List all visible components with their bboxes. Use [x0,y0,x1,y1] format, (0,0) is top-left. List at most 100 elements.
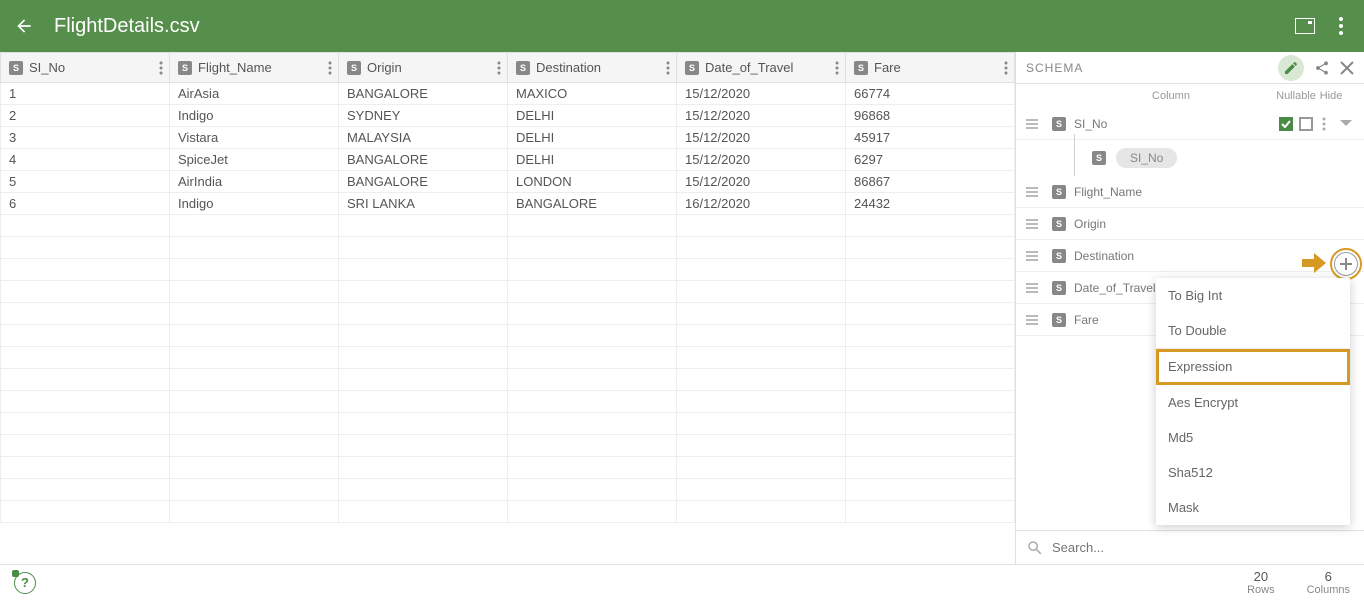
rows-stat: 20 Rows [1247,569,1275,596]
column-name: Date_of_Travel [705,60,793,75]
table-cell: SRI LANKA [339,193,508,215]
plus-icon [1340,258,1352,270]
schema-row[interactable]: SSI_No [1016,108,1364,140]
column-header[interactable]: SFare [846,53,1015,83]
column-more-button[interactable] [666,61,670,75]
column-name: Fare [874,60,901,75]
column-more-button[interactable] [159,61,163,75]
row-more-button[interactable] [1322,117,1336,131]
table-cell: Indigo [170,105,339,127]
tree-line-icon [1074,134,1075,176]
column-chip[interactable]: SI_No [1116,148,1177,168]
table-cell: 6297 [846,149,1015,171]
schema-column-name: Flight_Name [1074,185,1354,199]
chevron-down-icon[interactable] [1340,120,1354,128]
table-row-empty [1,325,1015,347]
type-badge-icon: S [685,61,699,75]
table-cell: 1 [1,83,170,105]
column-header[interactable]: SOrigin [339,53,508,83]
edit-icon [1283,60,1299,76]
hide-checkbox[interactable] [1296,116,1316,132]
table-cell: BANGALORE [339,171,508,193]
schema-title: SCHEMA [1026,61,1268,75]
more-menu-button[interactable] [1330,15,1352,37]
column-header[interactable]: SFlight_Name [170,53,339,83]
type-badge-icon: S [178,61,192,75]
column-more-button[interactable] [1004,61,1008,75]
schema-panel: SCHEMA Column Nullable Hide SSI_NoSSI_No… [1016,52,1364,564]
data-table-area: SSI_NoSFlight_NameSOriginSDestinationSDa… [0,52,1016,564]
nullable-checkbox[interactable] [1276,116,1296,132]
drag-handle-icon[interactable] [1026,251,1044,261]
schema-row[interactable]: S Destination [1016,240,1364,272]
column-name: Origin [367,60,402,75]
back-button[interactable] [12,14,36,38]
drag-handle-icon[interactable] [1026,187,1044,197]
column-header[interactable]: SSI_No [1,53,170,83]
table-cell: SpiceJet [170,149,339,171]
table-row[interactable]: 5AirIndiaBANGALORELONDON15/12/202086867 [1,171,1015,193]
add-transformation-button[interactable] [1334,252,1358,276]
panel-icon [1295,18,1315,34]
dropdown-item[interactable]: Expression [1156,349,1350,385]
arrow-left-icon [14,16,34,36]
table-cell: BANGALORE [508,193,677,215]
table-row-empty [1,347,1015,369]
drag-handle-icon[interactable] [1026,119,1044,129]
table-cell: 24432 [846,193,1015,215]
dropdown-item[interactable]: Aes Encrypt [1156,385,1350,420]
dropdown-item[interactable]: To Double [1156,313,1350,349]
table-row-empty [1,457,1015,479]
table-row[interactable]: 4SpiceJetBANGALOREDELHI15/12/20206297 [1,149,1015,171]
column-more-button[interactable] [497,61,501,75]
schema-share-button[interactable] [1314,60,1330,76]
panel-toggle-button[interactable] [1294,15,1316,37]
dropdown-item[interactable]: Mask [1156,490,1350,525]
table-row-empty [1,479,1015,501]
table-row-empty [1,501,1015,523]
table-row[interactable]: 6IndigoSRI LANKABANGALORE16/12/202024432 [1,193,1015,215]
column-name: Destination [536,60,601,75]
schema-search-input[interactable] [1052,540,1354,555]
dropdown-item[interactable]: Sha512 [1156,455,1350,490]
schema-edit-button[interactable] [1278,55,1304,81]
schema-nullable-header: Nullable [1276,90,1316,102]
table-cell: 66774 [846,83,1015,105]
table-cell: LONDON [508,171,677,193]
drag-handle-icon[interactable] [1026,315,1044,325]
drag-handle-icon[interactable] [1026,219,1044,229]
table-row-empty [1,391,1015,413]
table-row-empty [1,259,1015,281]
table-cell: 2 [1,105,170,127]
column-header[interactable]: S Destination [508,53,677,83]
schema-row[interactable]: SFlight_Name [1016,176,1364,208]
dropdown-item[interactable]: To Big Int [1156,278,1350,313]
table-cell: 15/12/2020 [677,171,846,193]
table-cell: 15/12/2020 [677,127,846,149]
table-row[interactable]: 3VistaraMALAYSIADELHI15/12/202045917 [1,127,1015,149]
table-cell: DELHI [508,127,677,149]
type-badge-icon: S [516,61,530,75]
share-icon [1314,60,1330,76]
schema-column-name: Destination [1074,249,1354,263]
column-header[interactable]: S Date_of_Travel [677,53,846,83]
column-more-button[interactable] [835,61,839,75]
table-row-empty [1,281,1015,303]
drag-handle-icon[interactable] [1026,283,1044,293]
column-name: SI_No [29,60,65,75]
search-icon [1026,539,1044,557]
table-row-empty [1,237,1015,259]
dropdown-item[interactable]: Md5 [1156,420,1350,455]
table-row[interactable]: 2IndigoSYDNEYDELHI15/12/202096868 [1,105,1015,127]
column-more-button[interactable] [328,61,332,75]
type-badge-icon: S [1052,249,1066,263]
top-bar: FlightDetails.csv [0,0,1364,52]
table-cell: 15/12/2020 [677,149,846,171]
help-button[interactable]: ? [14,572,36,594]
schema-row[interactable]: SOrigin [1016,208,1364,240]
table-cell: BANGALORE [339,149,508,171]
footer-bar: ? 20 Rows 6 Columns [0,564,1364,600]
table-cell: DELHI [508,149,677,171]
schema-close-button[interactable] [1340,61,1354,75]
table-row[interactable]: 1AirAsiaBANGALOREMAXICO15/12/202066774 [1,83,1015,105]
